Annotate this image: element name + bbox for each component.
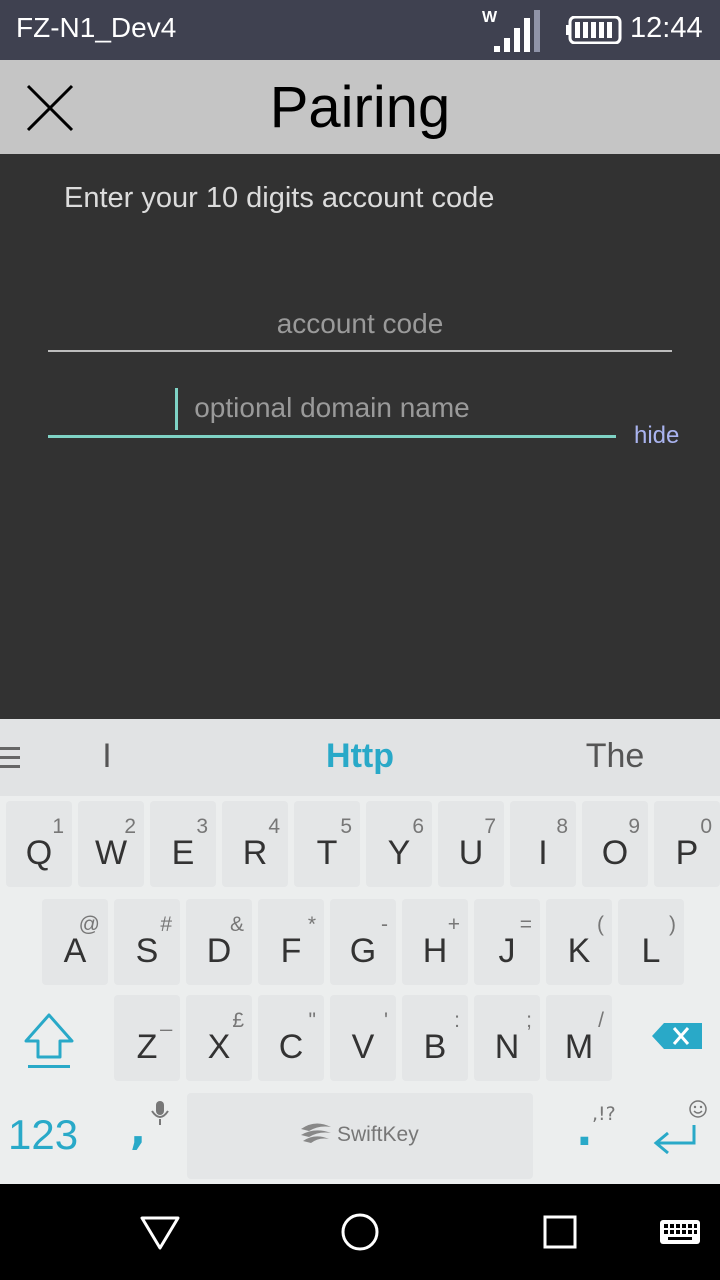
comma-key-label: , [130,1105,146,1154]
key-label: R [242,834,268,872]
app-header: Pairing [0,60,720,154]
pairing-form: Enter your 10 digits account code accoun… [0,154,720,719]
carrier-name: FZ-N1_Dev4 [16,12,177,43]
microphone-icon [151,1101,169,1125]
key-u[interactable]: 7U [438,801,504,887]
domain-name-input[interactable]: optional domain name [48,388,616,438]
shift-key[interactable] [4,997,94,1083]
page-title: Pairing [269,75,451,140]
instruction-text: Enter your 10 digits account code [64,182,495,214]
key-b[interactable]: :B [402,995,468,1081]
period-key-secondary: ,!? [592,1103,616,1125]
numbers-key[interactable]: 123 [0,1091,100,1177]
key-n[interactable]: ; N [474,995,540,1081]
back-triangle-icon[interactable] [138,1210,182,1254]
key-s[interactable]: # S [114,899,180,985]
key-label: I [538,834,548,872]
key-label: M [564,1028,594,1066]
status-bar: FZ-N1_Dev4 W 12:44 [0,0,720,60]
key-w[interactable]: 2W [78,801,144,887]
key-label: Y [387,834,411,872]
key-f[interactable]: * F [258,899,324,985]
key-g[interactable]: -G [330,899,396,985]
key-t[interactable]: 5T [294,801,360,887]
suggestion-right[interactable]: The [560,737,670,776]
key-label: T [316,834,338,872]
key-l[interactable]: ) L [618,899,684,985]
key-label: Q [25,834,53,872]
key-o[interactable]: 9O [582,801,648,887]
home-circle-icon[interactable] [338,1210,382,1254]
battery-icon [566,16,622,44]
suggestion-bar: I Http The [0,719,720,796]
key-d[interactable]: & D [186,899,252,985]
key-label: V [351,1028,375,1066]
key-x[interactable]: £ X [186,995,252,1081]
key-label: J [498,932,516,970]
key-label: L [641,932,661,970]
keyboard-switch-icon[interactable] [658,1210,702,1254]
account-code-input[interactable]: account code [48,304,672,352]
network-type-badge: W [482,9,498,26]
key-v[interactable]: ' V [330,995,396,1081]
space-key[interactable]: SwiftKey [187,1093,533,1179]
key-label: S [135,932,159,970]
key-label: O [601,834,629,872]
key-label: F [280,932,302,970]
key-k[interactable]: (K [546,899,612,985]
numbers-key-label: 123 [8,1111,79,1158]
key-label: W [94,834,128,872]
key-label: P [675,834,699,872]
recent-apps-square-icon[interactable] [538,1210,582,1254]
key-a[interactable]: @ A [42,899,108,985]
key-i[interactable]: 8I [510,801,576,887]
key-label: E [171,834,195,872]
key-e[interactable]: 3E [150,801,216,887]
key-label: B [423,1028,447,1066]
key-label: G [349,932,377,970]
text-cursor [175,388,178,430]
key-label: N [494,1028,520,1066]
key-label: K [567,932,591,970]
key-y[interactable]: 6Y [366,801,432,887]
signal-icon: W [482,9,540,52]
shift-arrow-icon [24,1013,74,1068]
key-c[interactable]: " C [258,995,324,1081]
key-label: Z [136,1028,158,1066]
clock: 12:44 [630,12,703,44]
key-h[interactable]: + H [402,899,468,985]
backspace-key[interactable] [630,997,720,1083]
emoji-icon [689,1100,707,1118]
swiftkey-logo-icon [301,1123,331,1143]
key-z[interactable]: _ Z [114,995,180,1081]
hide-domain-link[interactable]: hide [634,422,679,450]
key-label: D [206,932,232,970]
key-label: X [207,1028,231,1066]
suggestion-center[interactable]: Http [280,737,440,776]
suggestion-left[interactable]: I [70,737,144,776]
space-key-label: SwiftKey [337,1123,419,1146]
key-m[interactable]: / M [546,995,612,1081]
key-label: A [63,932,87,970]
enter-key[interactable] [636,1091,720,1177]
key-j[interactable]: = J [474,899,540,985]
comma-key[interactable]: , [112,1091,180,1177]
account-code-placeholder: account code [276,308,444,339]
keyboard-menu-icon[interactable] [0,745,20,771]
key-q[interactable]: 1Q [6,801,72,887]
key-label: H [422,932,448,970]
domain-name-placeholder: optional domain name [194,392,470,423]
key-r[interactable]: 4R [222,801,288,887]
period-key-label: . [576,1105,593,1156]
navigation-bar [0,1184,720,1280]
key-label: C [278,1028,304,1066]
backspace-icon [652,1023,702,1049]
period-key[interactable]: ,!? . [548,1091,628,1177]
key-p[interactable]: 0P [654,801,720,887]
key-label: U [458,834,484,872]
swiftkey-keyboard: I Http The 1 Q 2 W 3 E 4 R 5 T 6 Y 7 U 8 I 9 O 0 P @ A # S & D * F -… [0,719,720,1184]
